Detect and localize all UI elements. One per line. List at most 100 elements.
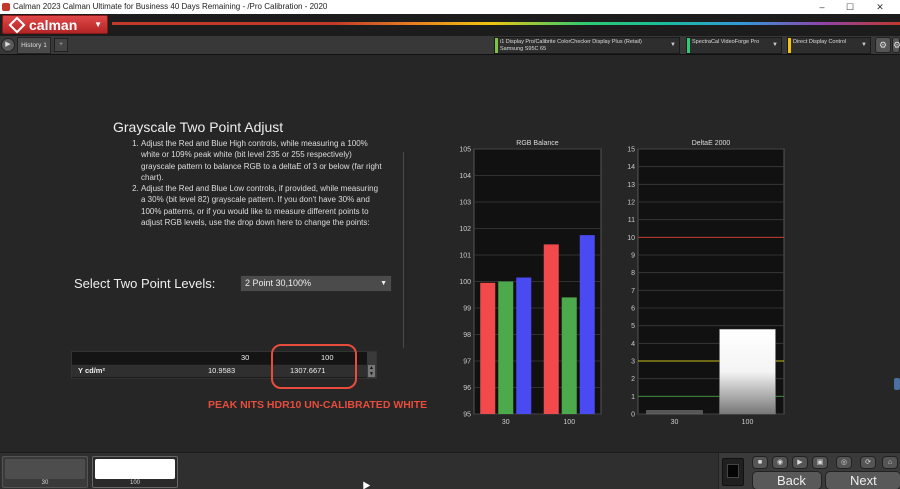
minimize-button[interactable]: – [810,0,834,14]
chevron-down-icon: ▼ [380,280,387,287]
chevron-down-icon: ▼ [772,42,778,48]
deltae-chart: DeltaE 2000 0 1 2 3 4 5 6 7 8 9 10 11 12 13 14 15 30 100 [616,138,794,428]
y-tick-label: 3 [631,359,635,366]
bar [543,244,559,414]
select-two-point-label: Select Two Point Levels: [74,276,216,291]
bar [516,277,532,414]
target-icon[interactable]: ◎ [836,456,852,469]
y-tick-label: 97 [463,359,471,366]
scroll-down-icon[interactable]: ▼ [368,371,375,377]
meter-name: i1 Display Pro/Calibrite ColorChecker Di… [500,39,642,45]
table-scrollbar[interactable]: ▲ ▼ [367,352,376,378]
next-button[interactable]: Next [825,471,900,489]
y-tick-label: 4 [631,341,635,348]
y-tick-label: 13 [627,182,635,189]
y-tick-label: 11 [628,217,635,224]
generator-name: SpectraCal VideoForge Pro [692,39,760,45]
rainbow-strip [112,22,900,25]
app-header: calman ▼ [0,14,900,36]
rgb-balance-svg: RGB Balance 95 96 97 98 99 100 101 102 103 104 105 3… [459,140,602,426]
y-tick-label: 14 [627,164,635,171]
annotation-text: PEAK NITS HDR10 UN-CALIBRATED WHITE [208,399,428,411]
tab-history-1[interactable]: History 1 [17,37,51,54]
bar [719,328,776,415]
add-tab-button[interactable]: + [54,38,68,52]
y-tick-label: 6 [631,306,635,313]
page-title: Grayscale Two Point Adjust [113,119,284,135]
meter-device-selector[interactable]: i1 Display Pro/Calibrite ColorChecker Di… [494,37,680,54]
read-series-icon[interactable]: ▣ [812,456,828,469]
bar [480,282,496,414]
home-icon[interactable]: ⌂ [882,456,898,469]
calman-window: Calman 2023 Calman Ultimate for Business… [0,0,900,489]
y-tick-label: 7 [631,288,635,295]
calman-menu-button[interactable]: calman ▼ [2,15,108,34]
instruction-list: Adjust the Red and Blue High controls, w… [131,138,383,228]
divider [403,152,404,348]
gear-icon[interactable]: ⚙ [892,37,900,53]
y-tick-label: 15 [627,147,635,154]
display-preview-screen [727,464,739,478]
swatch-color [95,459,175,479]
chart-title: RGB Balance [516,140,559,147]
device-status-stripe [687,38,690,53]
chevron-down-icon: ▼ [94,20,102,29]
x-tick-label: 100 [563,419,575,426]
y-tick-label: 8 [631,270,635,277]
swatch-30[interactable]: 30 [2,456,88,488]
instruction-step-1: Adjust the Red and Blue High controls, w… [141,138,383,183]
calman-logo-icon [8,16,26,34]
chevron-down-icon: ▼ [861,42,867,48]
y-tick-label: 98 [463,332,471,339]
y-tick-label: 0 [631,412,635,419]
chart-title: DeltaE 2000 [692,140,731,147]
two-point-levels-dropdown[interactable]: 2 Point 30,100% ▼ [240,275,392,292]
play-icon[interactable]: ▶ [1,38,15,52]
x-tick-label: 30 [671,419,679,426]
refresh-icon[interactable]: ⟳ [860,456,876,469]
cell-value-30: 10.9583 [208,366,236,375]
display-preview-icon[interactable] [722,458,744,486]
highlight-circle [271,344,357,389]
back-button[interactable]: Back [752,471,822,489]
x-tick-label: 100 [742,419,754,426]
x-tick-label: 30 [502,419,510,426]
swatch-label: 100 [129,480,140,486]
bar [646,410,703,415]
settings-icon[interactable]: ⚙ [875,37,891,53]
swatch-label: 30 [41,480,49,486]
tab-bar: ▶ History 1 + i1 Display Pro/Calibrite C… [0,36,900,55]
y-tick-label: 95 [463,412,471,419]
row-label: Y cd/m² [78,366,105,375]
side-panel-handle[interactable] [894,378,900,390]
pattern-generator-selector[interactable]: SpectraCal VideoForge Pro ▼ [686,37,782,54]
display-control-selector[interactable]: Direct Display Control ▼ [787,37,871,54]
close-button[interactable]: ✕ [868,0,892,14]
device-status-stripe [788,38,791,53]
y-tick-label: 9 [631,253,635,260]
play-icon[interactable]: ▶ [792,456,808,469]
instruction-step-2: Adjust the Red and Blue Low controls, if… [141,183,383,228]
record-icon[interactable]: ◉ [772,456,788,469]
window-title: Calman 2023 Calman Ultimate for Business… [13,2,328,11]
y-tick-label: 102 [459,226,471,233]
maximize-button[interactable]: ☐ [838,0,862,14]
y-tick-label: 101 [459,253,471,260]
y-tick-label: 103 [459,200,471,207]
display-control-name: Direct Display Control [793,39,847,45]
y-tick-label: 12 [627,200,635,207]
chevron-down-icon: ▼ [670,42,676,48]
deltae-svg: DeltaE 2000012345678910111213141530 100 [627,140,785,426]
y-tick-label: 1 [631,394,635,401]
y-tick-label: 99 [463,306,471,313]
app-icon [2,3,10,11]
y-tick-label: 104 [459,173,471,180]
logo-text: calman [29,17,78,33]
swatch-100[interactable]: 100 [92,456,178,488]
bar [498,281,514,414]
title-bar: Calman 2023 Calman Ultimate for Business… [0,0,900,14]
rgb-balance-chart: RGB Balance 95 96 97 98 99 100 101 102 103 104 105 3… [440,138,612,428]
y-tick-label: 100 [459,279,471,286]
bar [579,235,595,414]
stop-icon[interactable]: ■ [752,456,768,469]
